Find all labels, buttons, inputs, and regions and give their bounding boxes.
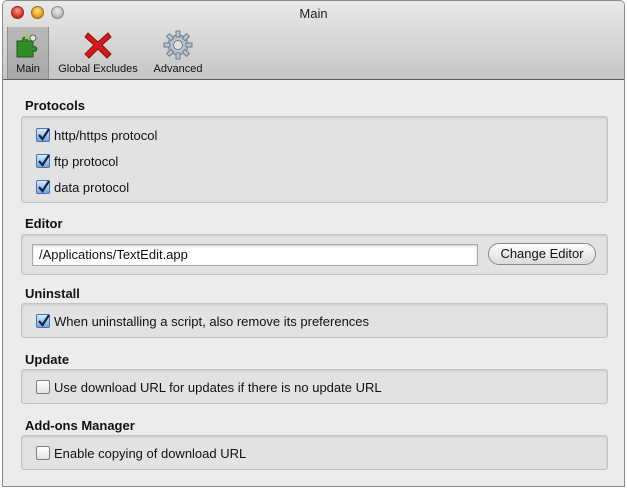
preferences-window: Main Main Global Excludes Advanced Proto…: [2, 0, 625, 487]
copy-download-url-option[interactable]: Enable copying of download URL: [36, 444, 246, 462]
remove-preferences-checkbox[interactable]: [36, 314, 50, 328]
toolbar-tab-main[interactable]: Main: [7, 27, 49, 79]
download-url-updates-option[interactable]: Use download URL for updates if there is…: [36, 378, 382, 396]
window-title: Main: [299, 6, 328, 21]
addons-manager-group: Enable copying of download URL: [21, 435, 608, 470]
copy-download-url-checkbox[interactable]: [36, 446, 50, 460]
checkmark-icon: [38, 180, 50, 193]
change-editor-button[interactable]: Change Editor: [488, 243, 596, 265]
red-x-icon: [84, 32, 112, 59]
editor-group: /Applications/TextEdit.app Change Editor: [21, 234, 608, 275]
toolbar-tab-advanced[interactable]: Advanced: [147, 27, 209, 79]
toolbar-label-advanced: Advanced: [153, 63, 203, 75]
uninstall-heading: Uninstall: [25, 286, 80, 301]
copy-download-url-label: Enable copying of download URL: [54, 445, 247, 461]
remove-preferences-label: When uninstalling a script, also remove …: [54, 313, 370, 329]
update-group: Use download URL for updates if there is…: [21, 369, 608, 404]
remove-preferences-option[interactable]: When uninstalling a script, also remove …: [36, 312, 369, 330]
data-protocol-option[interactable]: data protocol: [36, 178, 129, 196]
ftp-protocol-option[interactable]: ftp protocol: [36, 152, 118, 170]
data-protocol-label: data protocol: [54, 179, 130, 195]
checkmark-icon: [38, 154, 50, 167]
addons-manager-heading: Add-ons Manager: [25, 418, 135, 433]
protocols-heading: Protocols: [25, 98, 85, 113]
update-heading: Update: [25, 352, 70, 367]
http-protocol-checkbox[interactable]: [36, 128, 50, 142]
ftp-protocol-checkbox[interactable]: [36, 154, 50, 168]
toolbar: Main Main Global Excludes Advanced: [3, 1, 624, 80]
editor-heading: Editor: [25, 216, 63, 231]
puzzle-piece-icon: [16, 33, 38, 58]
ftp-protocol-label: ftp protocol: [54, 153, 119, 169]
editor-path-field[interactable]: /Applications/TextEdit.app: [32, 244, 478, 266]
http-protocol-label: http/https protocol: [54, 127, 158, 143]
toolbar-label-main: Main: [16, 63, 40, 75]
checkmark-icon: [38, 128, 50, 141]
gear-icon: [163, 30, 193, 60]
toolbar-tab-global-excludes[interactable]: Global Excludes: [53, 27, 143, 79]
download-url-updates-label: Use download URL for updates if there is…: [54, 379, 382, 395]
protocols-group: http/https protocol ftp protocol data pr…: [21, 116, 608, 203]
checkmark-icon: [38, 314, 50, 327]
data-protocol-checkbox[interactable]: [36, 180, 50, 194]
http-protocol-option[interactable]: http/https protocol: [36, 126, 157, 144]
download-url-updates-checkbox[interactable]: [36, 380, 50, 394]
uninstall-group: When uninstalling a script, also remove …: [21, 303, 608, 338]
toolbar-label-global-excludes: Global Excludes: [58, 63, 138, 75]
